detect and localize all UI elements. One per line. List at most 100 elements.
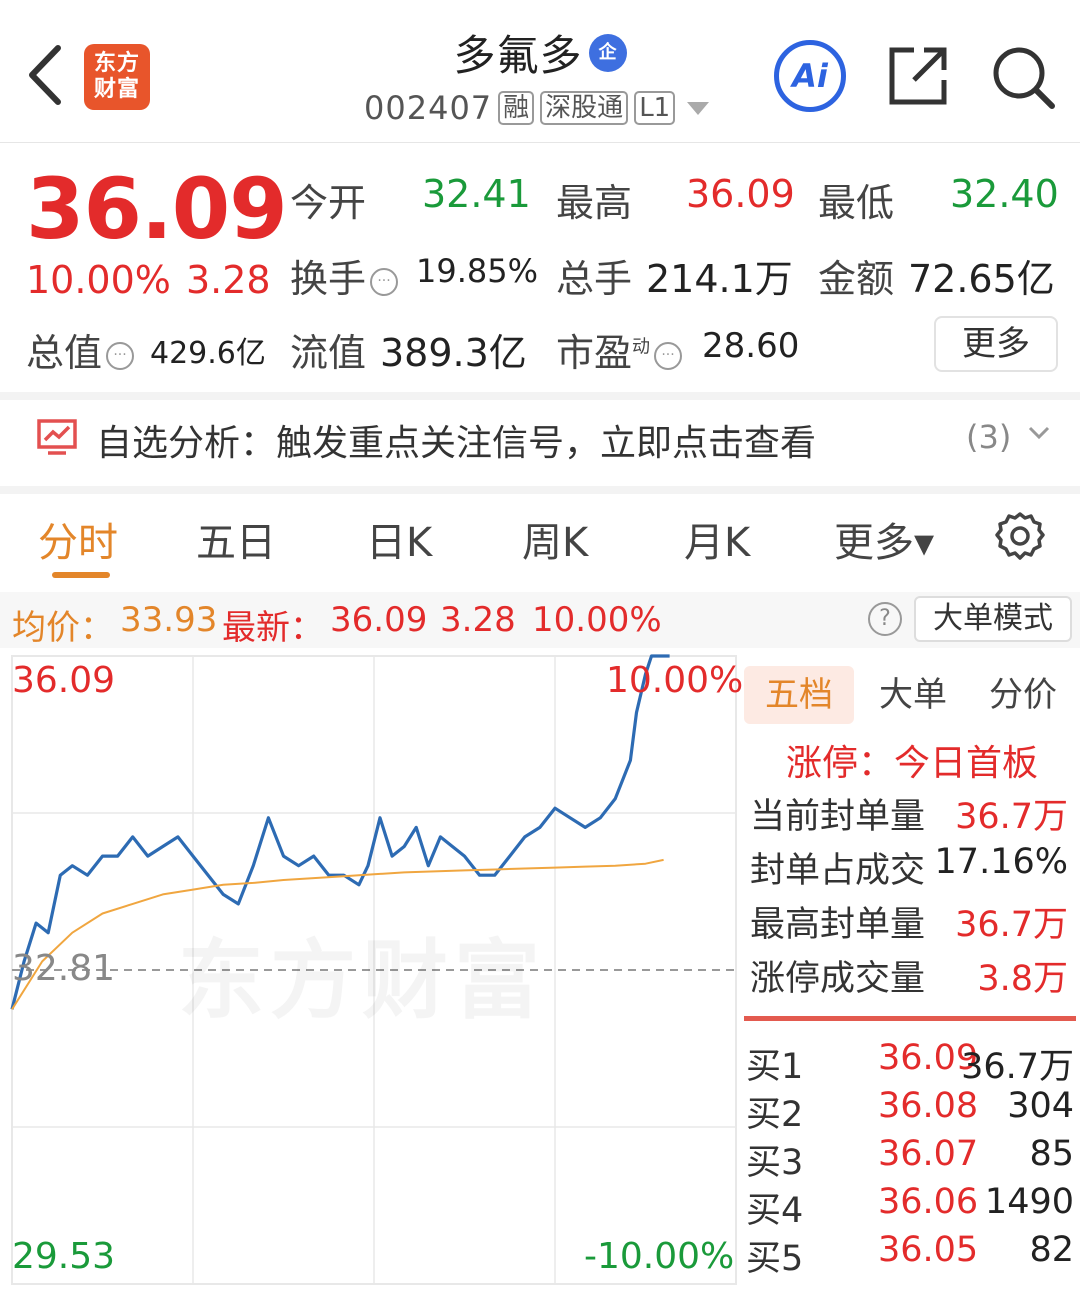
- tab-weekly-k[interactable]: 周K: [522, 510, 588, 568]
- limit-up-title: 涨停：今日首板: [786, 743, 1039, 784]
- stock-code-row[interactable]: 002407 融 深股通 L1: [364, 88, 710, 128]
- tab-more[interactable]: 更多▾: [834, 510, 934, 568]
- help-icon[interactable]: ?: [868, 602, 902, 636]
- total-mv-label-text: 总值: [26, 331, 103, 375]
- chart-bottom-percent: -10.00%: [584, 1236, 735, 1277]
- turnover-label: 换手 ···: [290, 248, 399, 303]
- enterprise-badge: 企: [588, 33, 627, 72]
- stat-label: 封单占成交: [750, 851, 926, 891]
- panel-tabs: 五档 大单 分价: [744, 658, 1080, 724]
- avg-value: 33.93: [120, 600, 218, 640]
- bid-separator: [744, 1016, 1076, 1021]
- latest-percent: 10.00%: [532, 600, 662, 640]
- info-icon[interactable]: ···: [370, 267, 399, 296]
- tab-five-levels[interactable]: 五档: [744, 666, 854, 724]
- bid-volume: 82: [1029, 1230, 1074, 1270]
- tab-five-day[interactable]: 五日: [196, 510, 276, 568]
- total-mv-label: 总值 ···: [26, 322, 135, 377]
- alert-count: (3): [966, 418, 1012, 456]
- search-icon[interactable]: [990, 44, 1056, 110]
- stat-label: 最高封单量: [750, 905, 926, 945]
- open-value: 32.41: [422, 172, 531, 216]
- bid-volume: 36.7万: [961, 1047, 1074, 1087]
- chart-bottom-price: 29.53: [12, 1236, 116, 1277]
- stock-name: 多氟多: [453, 31, 583, 80]
- float-mv-value: 389.3亿: [380, 331, 527, 375]
- latest-change: 3.28: [440, 600, 516, 640]
- stock-title: 多氟多企: [300, 22, 780, 83]
- turnover-value: 19.85%: [416, 252, 539, 290]
- app-logo[interactable]: 东方财富: [84, 44, 150, 110]
- total-mv-value: 429.6亿: [150, 336, 266, 371]
- current-price: 36.09: [26, 160, 288, 258]
- pe-label-text: 市盈: [556, 331, 633, 375]
- pe-value: 28.60: [702, 326, 800, 366]
- bid-price: 36.06: [878, 1182, 979, 1222]
- tab-monthly-k[interactable]: 月K: [684, 510, 750, 568]
- latest-label: 最新：: [222, 608, 324, 648]
- volume-label: 总手: [556, 257, 633, 301]
- bid-label: 买2: [746, 1095, 804, 1135]
- tag-level: L1: [634, 91, 676, 125]
- bid-price: 36.05: [878, 1230, 979, 1270]
- pe-sup: 动: [632, 336, 651, 358]
- bid-label: 买4: [746, 1191, 804, 1231]
- watermark: 东方财富: [178, 910, 546, 1035]
- chart-alert-icon: [37, 419, 77, 455]
- stat-value: 36.7万: [955, 797, 1068, 837]
- active-tab-indicator: [52, 572, 110, 578]
- bid-label: 买1: [746, 1047, 804, 1087]
- stock-code: 002407: [364, 89, 493, 127]
- ai-button[interactable]: Ai: [774, 40, 846, 112]
- tag-margin: 融: [498, 91, 535, 125]
- price-info-bar: 均价： 33.93 最新： 36.09 3.28 10.00% ? 大单模式: [0, 592, 1080, 648]
- float-mv-label: 流值: [290, 331, 367, 375]
- chevron-down-icon[interactable]: [1026, 420, 1052, 446]
- tag-connect: 深股通: [540, 91, 629, 125]
- info-icon[interactable]: ···: [106, 341, 135, 370]
- bid-volume: 85: [1029, 1134, 1074, 1174]
- divider: [0, 142, 1080, 143]
- tab-price-dist[interactable]: 分价: [968, 666, 1078, 724]
- amount-label: 金额: [818, 257, 895, 301]
- latest-value: 36.09: [330, 600, 428, 640]
- chart-tabs: 分时 五日 日K 周K 月K 更多▾: [0, 496, 1080, 586]
- bid-volume: 1490: [984, 1182, 1074, 1222]
- share-icon[interactable]: [886, 44, 950, 108]
- divider: [0, 486, 1080, 494]
- bid-price: 36.07: [878, 1134, 979, 1174]
- chart-mid-price: 32.81: [12, 948, 116, 989]
- order-book-panel: 五档 大单 分价 涨停：今日首板 当前封单量 36.7万 封单占成交 17.16…: [740, 652, 1080, 1292]
- info-icon[interactable]: ···: [654, 341, 683, 370]
- stat-label: 当前封单量: [750, 797, 926, 837]
- analysis-alert[interactable]: 自选分析：触发重点关注信号，立即点击查看 (3): [0, 394, 1080, 486]
- more-button[interactable]: 更多: [934, 316, 1058, 372]
- bid-volume: 304: [1007, 1086, 1074, 1126]
- stat-value: 17.16%: [934, 842, 1068, 882]
- amount-value: 72.65亿: [908, 257, 1055, 301]
- header: 东方财富 多氟多企 002407 融 深股通 L1 Ai: [0, 0, 1080, 142]
- big-order-mode-button[interactable]: 大单模式: [914, 596, 1072, 642]
- high-value: 36.09: [686, 172, 795, 216]
- high-label: 最高: [556, 181, 633, 225]
- pe-label: 市盈动 ···: [556, 322, 683, 377]
- logo-text: 东方财富: [93, 51, 140, 102]
- tab-big-orders[interactable]: 大单: [858, 666, 968, 724]
- chart-top-percent: 10.00%: [606, 660, 744, 701]
- change-value: 3.28: [186, 258, 271, 302]
- gear-icon[interactable]: [994, 510, 1046, 562]
- alert-text: 自选分析：触发重点关注信号，立即点击查看: [96, 423, 817, 464]
- bid-label: 买5: [746, 1239, 804, 1279]
- dropdown-caret-icon[interactable]: [687, 101, 710, 115]
- bid-label: 买3: [746, 1143, 804, 1183]
- low-value: 32.40: [950, 172, 1059, 216]
- open-label: 今开: [290, 181, 367, 225]
- avg-label: 均价：: [12, 608, 114, 648]
- volume-value: 214.1万: [646, 257, 793, 301]
- turnover-label-text: 换手: [290, 257, 367, 301]
- tab-daily-k[interactable]: 日K: [366, 510, 432, 568]
- tab-intraday[interactable]: 分时: [38, 510, 118, 568]
- back-arrow-icon[interactable]: [22, 42, 68, 108]
- bid-price: 36.08: [878, 1086, 979, 1126]
- low-label: 最低: [818, 181, 895, 225]
